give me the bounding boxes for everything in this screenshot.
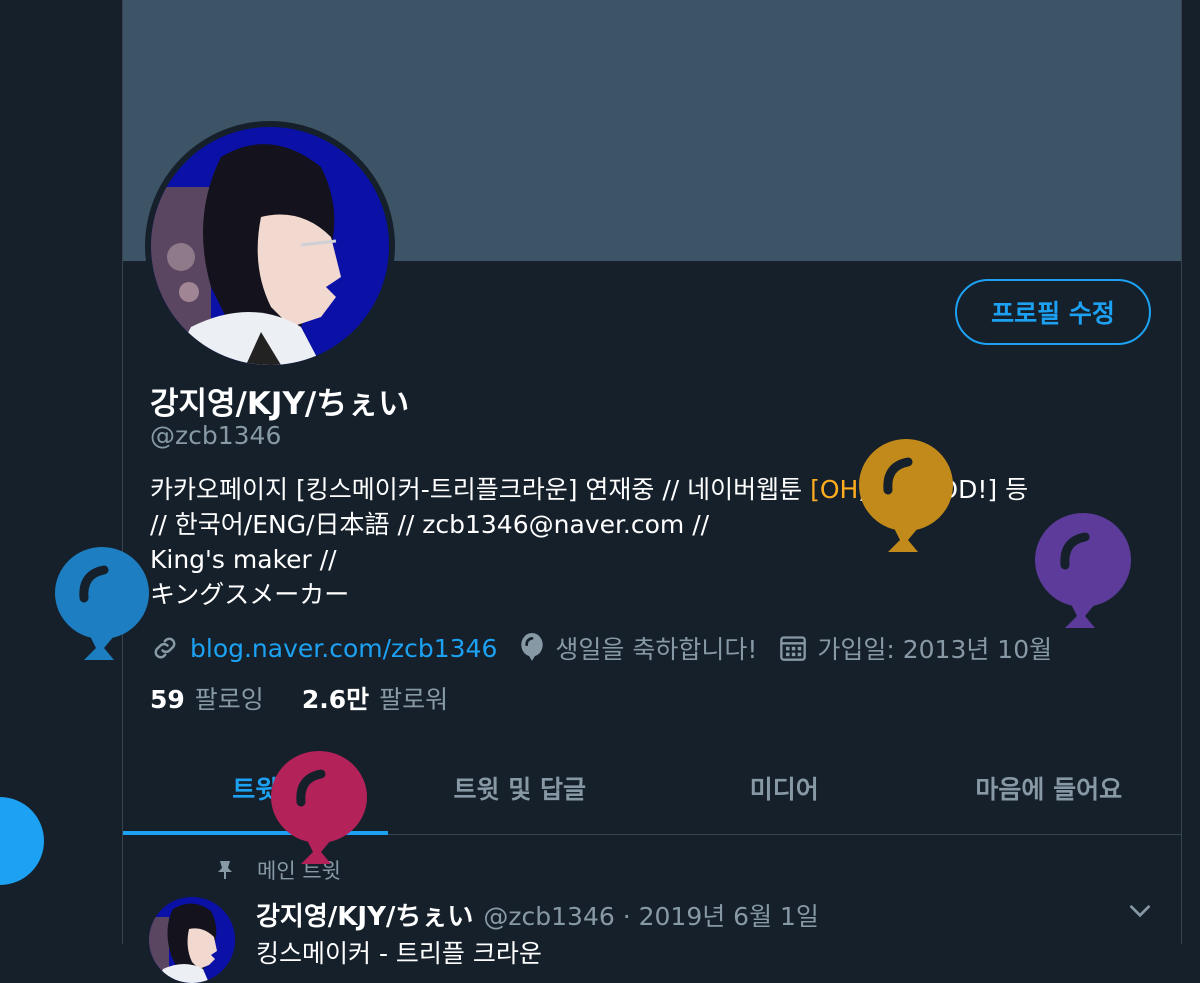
balloon-purple-decoration (1035, 513, 1131, 628)
tweet-author[interactable]: 강지영/KJY/ちぇい (256, 902, 473, 932)
balloon-icon (521, 633, 544, 661)
followers-label: 팔로워 (379, 685, 449, 714)
followers-count: 2.6만 (301, 685, 370, 714)
profile-stats: 59 팔로잉 2.6만 팔로워 (150, 680, 486, 716)
tab-media[interactable]: 미디어 (652, 742, 917, 834)
bio-line-1-text: 카카오페이지 [킹스메이커-트리플크라운] 연재중 // 네이버웹툰 (150, 475, 811, 504)
following-stat[interactable]: 59 팔로잉 (150, 680, 264, 716)
tab-likes[interactable]: 마음에 들어요 (917, 742, 1182, 834)
following-count: 59 (150, 685, 185, 714)
birthday-item: 생일을 축하합니다! (519, 630, 757, 666)
balloon-yellow-decoration (859, 439, 953, 552)
avatar-image (151, 127, 389, 365)
profile-avatar[interactable] (145, 121, 395, 371)
chevron-down-icon[interactable] (1127, 898, 1153, 924)
bio-line-4: キングスメーカー (150, 580, 350, 609)
profile-meta: blog.naver.com/zcb1346 생일을 축하합니다! 가입일: 2… (150, 628, 1074, 668)
tab-tweets-replies[interactable]: 트윗 및 답글 (388, 742, 653, 834)
joined-text: 가입일: 2013년 10월 (817, 635, 1053, 664)
pin-icon (218, 861, 232, 879)
profile-link-item: blog.naver.com/zcb1346 (150, 633, 497, 663)
balloon-blue-decoration (55, 547, 149, 660)
balloon-red-decoration (271, 751, 367, 864)
bio-line-2: // 한국어/ENG/日本語 // zcb1346@naver.com // (150, 510, 710, 539)
joined-item: 가입일: 2013년 10월 (779, 630, 1052, 666)
profile-bio: 카카오페이지 [킹스메이커-트리플크라운] 연재중 // 네이버웹툰 [OH, … (150, 472, 1160, 612)
tweet-meta: @zcb1346 · 2019년 6월 1일 (483, 902, 819, 931)
birthday-text: 생일을 축하합니다! (555, 635, 758, 664)
profile-name: 강지영/KJY/ちぇい (150, 386, 410, 422)
calendar-icon (780, 636, 807, 661)
tweet-avatar[interactable] (149, 897, 235, 983)
tweet-header: 강지영/KJY/ちぇい @zcb1346 · 2019년 6월 1일 (256, 896, 819, 933)
tweet-text: 킹스메이커 - 트리플 크라운 (256, 939, 542, 968)
profile-handle: @zcb1346 (150, 421, 282, 450)
bio-line-1: 카카오페이지 [킹스메이커-트리플크라운] 연재중 // 네이버웹툰 [OH, … (150, 472, 1160, 507)
edit-profile-button[interactable]: 프로필 수정 (955, 279, 1151, 345)
profile-link[interactable]: blog.naver.com/zcb1346 (190, 634, 497, 663)
bio-line-3: King's maker // (150, 545, 337, 574)
bio-highlight[interactable]: [OH (810, 475, 858, 504)
followers-stat[interactable]: 2.6만 팔로워 (302, 680, 448, 716)
following-label: 팔로잉 (194, 685, 264, 714)
link-icon (154, 637, 176, 659)
